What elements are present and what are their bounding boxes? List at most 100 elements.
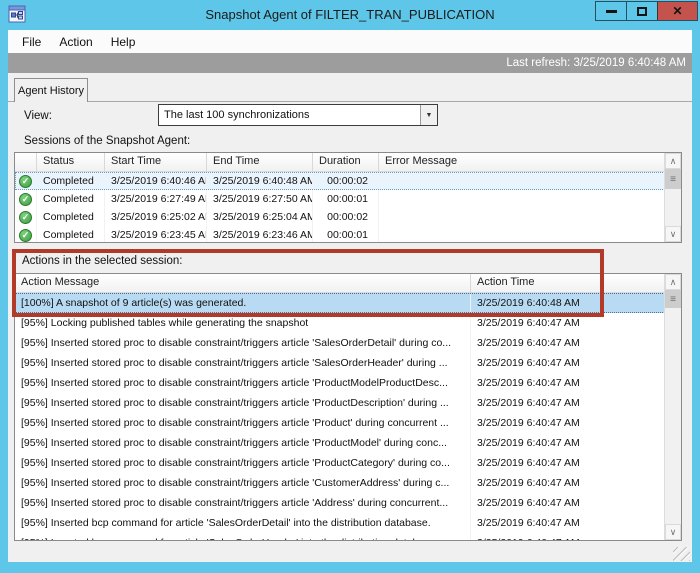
last-refresh-strip: Last refresh: 3/25/2019 6:40:48 AM <box>8 53 692 73</box>
view-label: View: <box>24 110 52 122</box>
sessions-scrollbar[interactable]: ∧ ≡ ∨ <box>664 153 681 242</box>
scroll-up-icon[interactable]: ∧ <box>665 274 681 290</box>
sessions-list-label: Sessions of the Snapshot Agent: <box>24 135 190 147</box>
action-message: [95%] Inserted stored proc to disable co… <box>15 373 471 393</box>
action-time: 3/25/2019 6:40:47 AM <box>471 533 681 541</box>
tab-label: Agent History <box>18 85 84 97</box>
scroll-down-icon[interactable]: ∨ <box>665 524 681 540</box>
session-start-time: 3/25/2019 6:25:02 AM <box>105 208 207 226</box>
sessions-column-header[interactable]: Status <box>37 153 105 171</box>
menu-action[interactable]: Action <box>50 32 101 52</box>
session-row[interactable]: ✓ Completed3/25/2019 6:23:45 AM3/25/2019 … <box>15 226 681 243</box>
session-duration: 00:00:01 <box>313 190 379 208</box>
menu-bar: File Action Help <box>8 30 692 53</box>
completed-check-icon: ✓ <box>19 211 32 224</box>
minimize-button[interactable] <box>596 2 626 20</box>
completed-check-icon: ✓ <box>19 175 32 188</box>
session-status: Completed <box>37 226 105 243</box>
view-dropdown[interactable]: The last 100 synchronizations ▼ <box>158 104 438 126</box>
action-message: [95%] Inserted bcp command for article '… <box>15 513 471 533</box>
action-message: [95%] Inserted stored proc to disable co… <box>15 353 471 373</box>
action-row[interactable]: [95%] Inserted stored proc to disable co… <box>15 393 681 413</box>
session-end-time: 3/25/2019 6:23:46 AM <box>207 226 313 243</box>
last-refresh-text: Last refresh: 3/25/2019 6:40:48 AM <box>506 57 686 69</box>
action-message: [100%] A snapshot of 9 article(s) was ge… <box>15 293 471 313</box>
action-message: [95%] Locking published tables while gen… <box>15 313 471 333</box>
sessions-column-header[interactable] <box>15 153 37 171</box>
window-controls: ✕ <box>595 1 698 21</box>
action-row[interactable]: [100%] A snapshot of 9 article(s) was ge… <box>15 293 681 313</box>
action-row[interactable]: [95%] Inserted stored proc to disable co… <box>15 493 681 513</box>
session-start-time: 3/25/2019 6:23:45 AM <box>105 226 207 243</box>
action-time: 3/25/2019 6:40:47 AM <box>471 473 681 493</box>
menu-help[interactable]: Help <box>102 32 145 52</box>
sessions-table-header: StatusStart TimeEnd TimeDurationError Me… <box>15 153 681 172</box>
close-button[interactable]: ✕ <box>657 2 697 20</box>
session-row[interactable]: ✓ Completed3/25/2019 6:40:46 AM3/25/2019 … <box>15 172 681 190</box>
scroll-thumb[interactable]: ≡ <box>665 290 681 308</box>
session-end-time: 3/25/2019 6:40:48 AM <box>207 172 313 190</box>
session-end-time: 3/25/2019 6:25:04 AM <box>207 208 313 226</box>
sessions-column-header[interactable]: End Time <box>207 153 313 171</box>
status-icon-cell: ✓ <box>15 172 37 190</box>
client-area: Agent History View: The last 100 synchro… <box>8 73 692 562</box>
title-bar[interactable]: Snapshot Agent of FILTER_TRAN_PUBLICATIO… <box>0 0 700 30</box>
action-time: 3/25/2019 6:40:47 AM <box>471 433 681 453</box>
session-end-time: 3/25/2019 6:27:50 AM <box>207 190 313 208</box>
session-status: Completed <box>37 190 105 208</box>
session-error-message <box>379 226 681 243</box>
session-error-message <box>379 172 681 190</box>
session-status: Completed <box>37 172 105 190</box>
session-start-time: 3/25/2019 6:27:49 AM <box>105 190 207 208</box>
action-row[interactable]: [95%] Inserted stored proc to disable co… <box>15 413 681 433</box>
action-row[interactable]: [95%] Inserted stored proc to disable co… <box>15 473 681 493</box>
action-time: 3/25/2019 6:40:47 AM <box>471 313 681 333</box>
action-message: [95%] Inserted stored proc to disable co… <box>15 493 471 513</box>
sessions-column-header[interactable]: Start Time <box>105 153 207 171</box>
session-row[interactable]: ✓ Completed3/25/2019 6:25:02 AM3/25/2019 … <box>15 208 681 226</box>
sessions-table: StatusStart TimeEnd TimeDurationError Me… <box>14 152 682 243</box>
action-time: 3/25/2019 6:40:47 AM <box>471 453 681 473</box>
view-dropdown-button[interactable]: ▼ <box>420 105 437 125</box>
snapshot-agent-window: Snapshot Agent of FILTER_TRAN_PUBLICATIO… <box>0 0 700 573</box>
maximize-button[interactable] <box>626 2 657 20</box>
action-message: [95%] Inserted stored proc to disable co… <box>15 393 471 413</box>
actions-column-header[interactable]: Action Message <box>15 274 471 292</box>
action-row[interactable]: [95%] Inserted stored proc to disable co… <box>15 373 681 393</box>
action-row[interactable]: [95%] Inserted stored proc to disable co… <box>15 333 681 353</box>
actions-table-body: [100%] A snapshot of 9 article(s) was ge… <box>15 293 681 541</box>
action-row[interactable]: [95%] Inserted stored proc to disable co… <box>15 433 681 453</box>
action-row[interactable]: [95%] Inserted bcp command for article '… <box>15 533 681 541</box>
action-row[interactable]: [95%] Inserted bcp command for article '… <box>15 513 681 533</box>
scroll-up-icon[interactable]: ∧ <box>665 153 681 169</box>
session-status: Completed <box>37 208 105 226</box>
scroll-down-icon[interactable]: ∨ <box>665 226 681 242</box>
actions-scrollbar[interactable]: ∧ ≡ ∨ <box>664 274 681 540</box>
chevron-down-icon: ▼ <box>426 112 433 119</box>
menu-file[interactable]: File <box>13 32 50 52</box>
action-time: 3/25/2019 6:40:47 AM <box>471 513 681 533</box>
sessions-column-header[interactable]: Duration <box>313 153 379 171</box>
action-row[interactable]: [95%] Locking published tables while gen… <box>15 313 681 333</box>
scroll-thumb[interactable]: ≡ <box>665 169 681 189</box>
action-time: 3/25/2019 6:40:48 AM <box>471 293 681 313</box>
actions-list-label: Actions in the selected session: <box>22 255 182 267</box>
session-error-message <box>379 208 681 226</box>
sessions-column-header[interactable]: Error Message <box>379 153 681 171</box>
tab-strip-divider <box>8 101 692 102</box>
session-duration: 00:00:01 <box>313 226 379 243</box>
session-start-time: 3/25/2019 6:40:46 AM <box>105 172 207 190</box>
tab-agent-history[interactable]: Agent History <box>14 78 88 102</box>
action-row[interactable]: [95%] Inserted stored proc to disable co… <box>15 453 681 473</box>
action-time: 3/25/2019 6:40:47 AM <box>471 373 681 393</box>
actions-table-header: Action MessageAction Time <box>15 274 681 293</box>
resize-grip-icon[interactable] <box>673 547 690 561</box>
actions-table: Action MessageAction Time [100%] A snaps… <box>14 273 682 541</box>
action-time: 3/25/2019 6:40:47 AM <box>471 413 681 433</box>
action-message: [95%] Inserted stored proc to disable co… <box>15 473 471 493</box>
action-time: 3/25/2019 6:40:47 AM <box>471 493 681 513</box>
action-row[interactable]: [95%] Inserted stored proc to disable co… <box>15 353 681 373</box>
session-row[interactable]: ✓Completed3/25/2019 6:27:49 AM3/25/2019 … <box>15 190 681 208</box>
completed-check-icon: ✓ <box>19 229 32 242</box>
actions-column-header[interactable]: Action Time <box>471 274 681 292</box>
